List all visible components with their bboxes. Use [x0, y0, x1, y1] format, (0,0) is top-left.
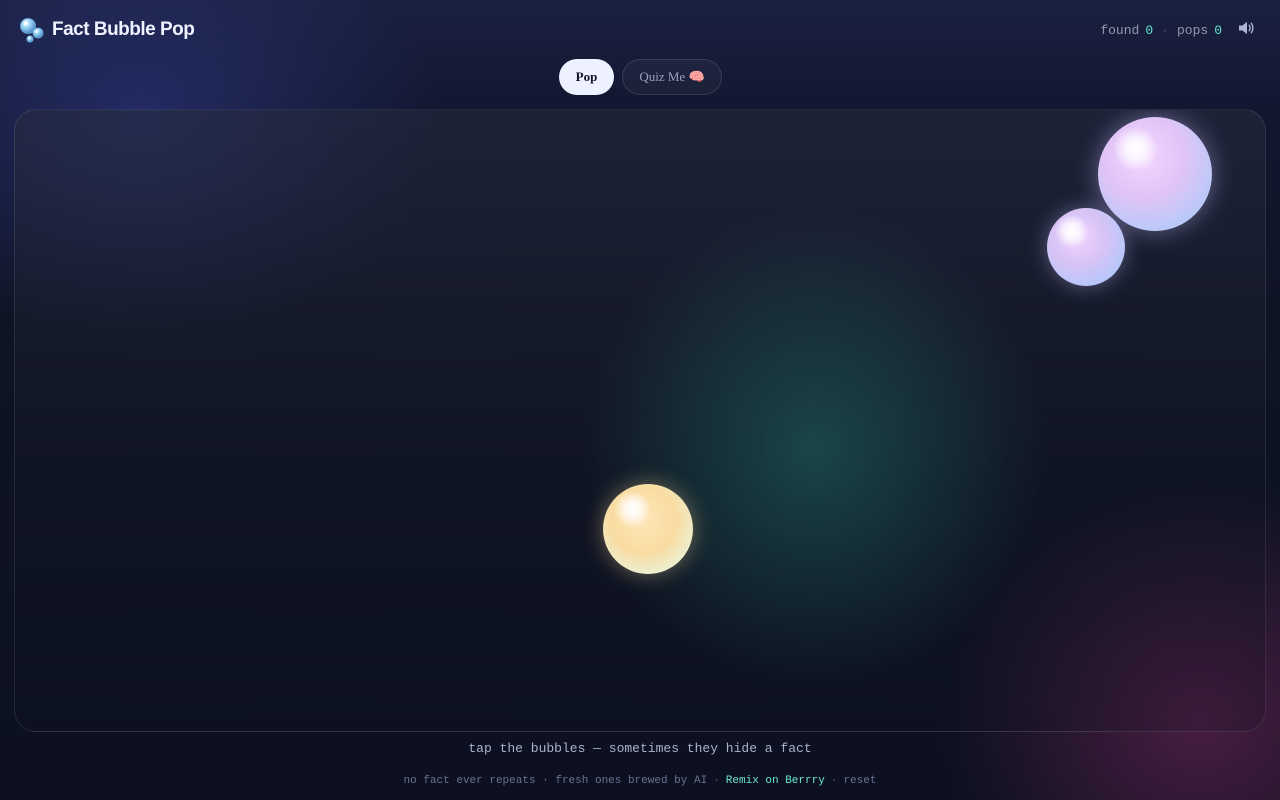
stats-separator: · — [1161, 22, 1169, 38]
app-title: Fact Bubble Pop — [52, 19, 195, 40]
footer-separator: · — [830, 775, 838, 787]
bubble[interactable] — [603, 484, 693, 574]
found-stat: found 0 — [1100, 23, 1153, 38]
footer-separator: · — [713, 775, 720, 787]
sound-toggle-button[interactable] — [1236, 21, 1258, 39]
bubbles-icon — [18, 16, 46, 44]
reset-link[interactable]: reset — [843, 775, 876, 787]
brand: Fact Bubble Pop — [18, 16, 195, 44]
footer-note: no fact ever repeats · fresh ones brewed… — [403, 775, 708, 787]
pops-count: 0 — [1214, 22, 1222, 38]
found-label: found — [1100, 22, 1140, 38]
tab-quiz-me[interactable]: Quiz Me 🧠 — [622, 59, 722, 95]
found-count: 0 — [1145, 22, 1154, 38]
speaker-icon — [1238, 20, 1256, 40]
mode-tabs: Pop Quiz Me 🧠 — [559, 59, 722, 95]
bubble[interactable] — [1098, 117, 1212, 231]
pops-stat: pops 0 — [1177, 23, 1222, 38]
remix-link[interactable]: Remix on Berrry — [726, 775, 825, 787]
instruction-hint: tap the bubbles — sometimes they hide a … — [468, 741, 812, 756]
tab-pop[interactable]: Pop — [559, 59, 614, 95]
bubble[interactable] — [1047, 208, 1125, 286]
stats-bar: found 0 · pops 0 — [1100, 21, 1258, 39]
header: Fact Bubble Pop found 0 · pops 0 — [0, 0, 1280, 60]
bubble-play-area[interactable] — [14, 109, 1266, 732]
footer: no fact ever repeats · fresh ones brewed… — [0, 775, 1280, 787]
pops-label: pops — [1176, 22, 1209, 38]
